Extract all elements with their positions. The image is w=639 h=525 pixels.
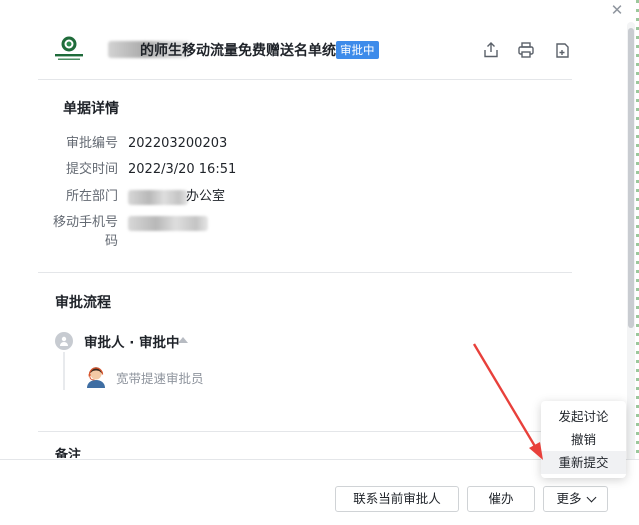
university-logo <box>55 36 83 60</box>
urge-button[interactable]: 催办 <box>467 486 535 512</box>
field-value-submit-time: 2022/3/20 16:51 <box>128 162 237 177</box>
flow-section-title: 审批流程 <box>55 295 111 311</box>
copy-icon[interactable] <box>553 41 571 59</box>
department-redacted <box>128 190 188 205</box>
more-menu: 发起讨论 撤销 重新提交 <box>541 401 626 478</box>
more-button[interactable]: 更多 <box>543 486 608 512</box>
close-icon[interactable]: ✕ <box>609 2 625 18</box>
approval-detail-window: ✕ 的师生移动流量免费赠送名单统计 审批中 单据详情 审批编号 20220320… <box>0 0 639 525</box>
more-button-label: 更多 <box>556 491 582 506</box>
flow-connector <box>63 352 65 390</box>
person-icon <box>60 336 68 346</box>
approver-step-dot <box>55 332 73 350</box>
print-icon[interactable] <box>517 41 535 59</box>
field-label-submit-time: 提交时间 <box>65 162 118 177</box>
details-section-title: 单据详情 <box>63 101 119 117</box>
document-title: 的师生移动流量免费赠送名单统计 <box>140 43 350 59</box>
scrollbar-thumb[interactable] <box>628 28 634 328</box>
field-label-department: 所在部门 <box>65 189 118 204</box>
share-icon[interactable] <box>482 41 500 59</box>
divider <box>38 431 572 432</box>
menu-item-revoke[interactable]: 撤销 <box>541 428 626 451</box>
menu-item-resubmit[interactable]: 重新提交 <box>541 451 626 474</box>
field-label-phone: 移动手机号码 <box>52 215 118 249</box>
field-label-approval-number: 审批编号 <box>65 136 118 151</box>
collapse-caret-icon[interactable] <box>178 337 188 343</box>
notes-section-title: 备注 <box>55 448 82 458</box>
chevron-down-icon <box>586 492 596 503</box>
menu-item-start-discussion[interactable]: 发起讨论 <box>541 405 626 428</box>
flow-step-title: 审批人 · 审批中 <box>84 335 180 351</box>
contact-approver-button[interactable]: 联系当前审批人 <box>335 486 459 512</box>
approver-avatar <box>84 364 108 388</box>
phone-redacted <box>128 216 208 231</box>
divider <box>38 272 572 273</box>
divider <box>38 79 572 80</box>
field-value-approval-number: 202203200203 <box>128 136 228 151</box>
scrollbar[interactable] <box>627 22 635 462</box>
approver-name: 宽带提速审批员 <box>116 371 204 386</box>
field-value-department: 办公室 <box>186 189 226 204</box>
status-badge: 审批中 <box>336 41 379 59</box>
document-header: 的师生移动流量免费赠送名单统计 审批中 <box>50 32 575 68</box>
